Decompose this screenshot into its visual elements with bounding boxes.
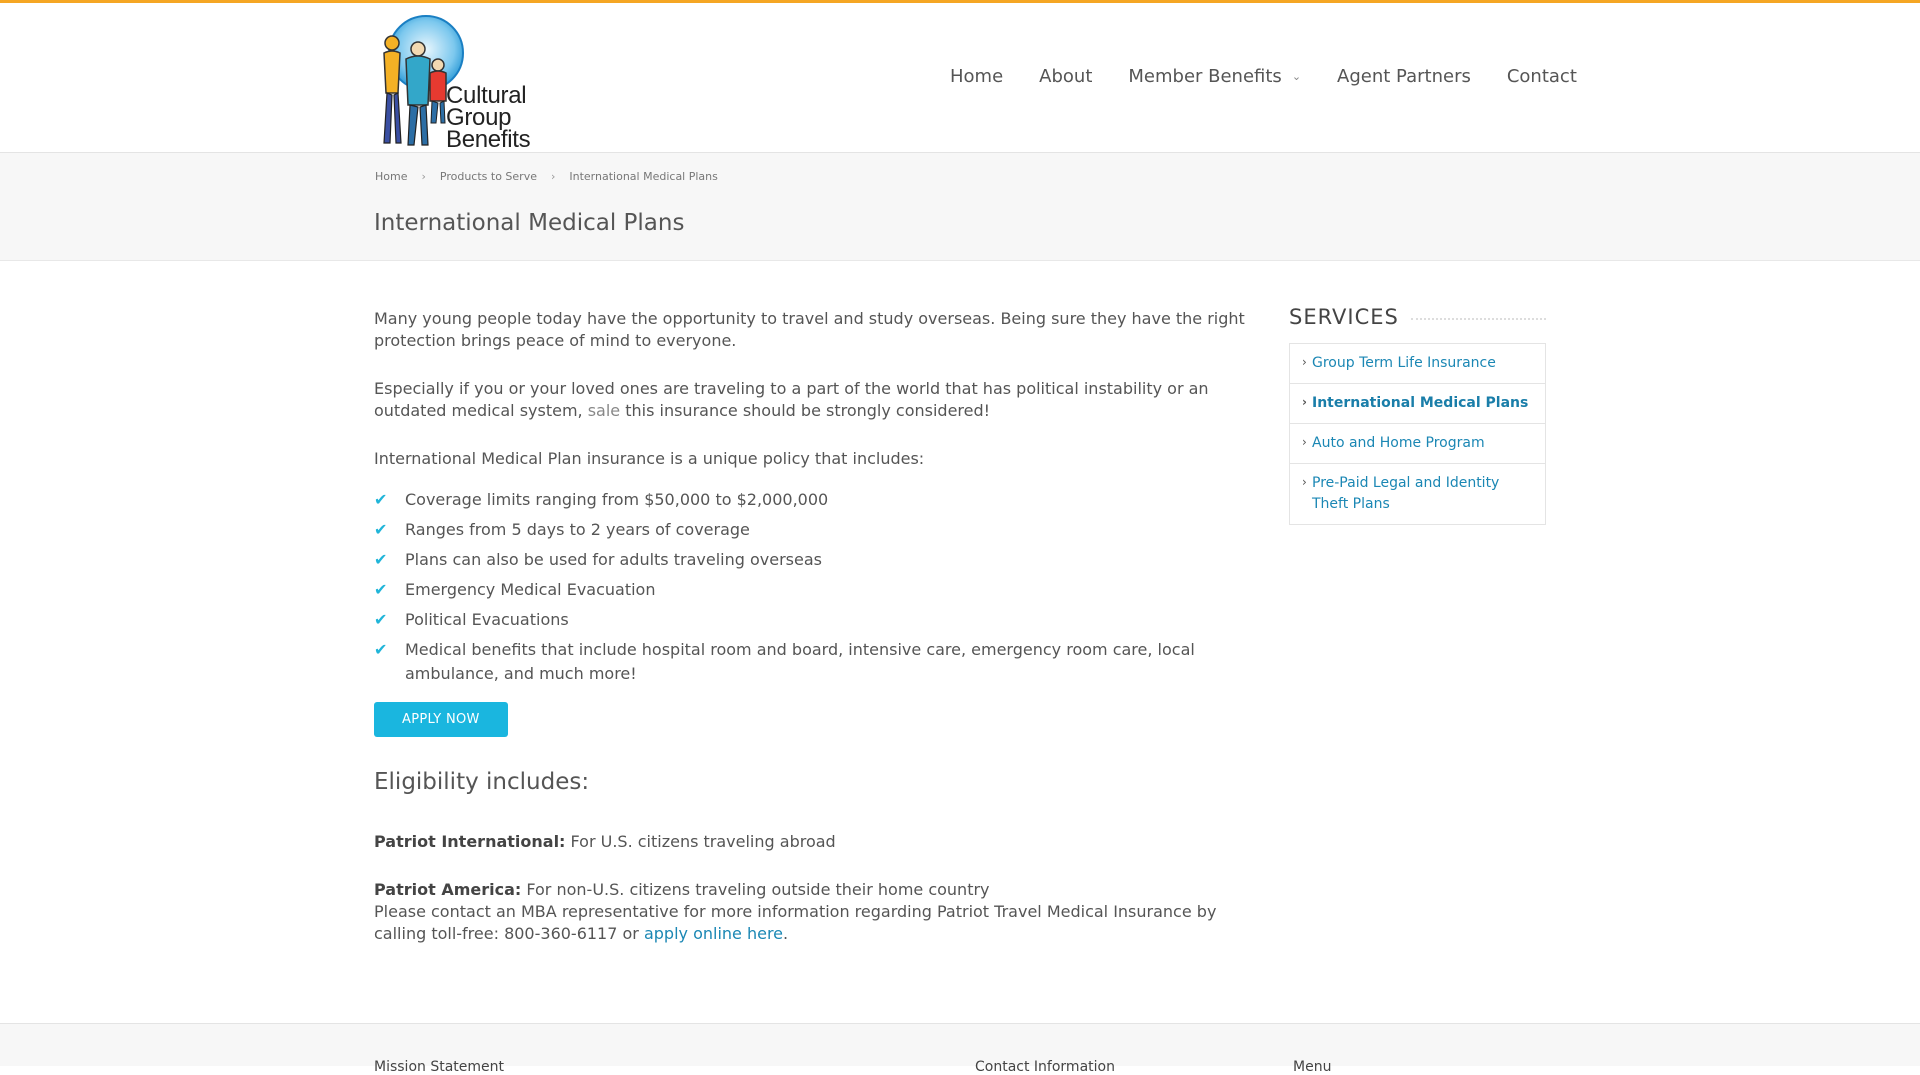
list-item: ✔ Medical benefits that include hospital … <box>374 638 1254 686</box>
list-item: ✔ Plans can also be used for adults trave… <box>374 548 1254 572</box>
feature-text: Ranges from 5 days to 2 years of coverag… <box>405 520 750 539</box>
feature-text: Plans can also be used for adults travel… <box>405 550 822 569</box>
site-logo[interactable]: Cultural Group Benefits <box>374 13 594 152</box>
warning-text-muted: sale <box>587 401 621 420</box>
sidebar-item-label: Auto and Home Program <box>1312 435 1485 451</box>
feature-text: Political Evacuations <box>405 610 569 629</box>
chevron-right-icon: › <box>1302 435 1307 449</box>
nav-home-label: Home <box>950 66 1004 87</box>
sidebar-item-auto-home[interactable]: › Auto and Home Program <box>1290 424 1545 464</box>
patriot-international-text: For U.S. citizens traveling abroad <box>565 832 836 851</box>
chevron-right-icon: › <box>1302 475 1307 489</box>
check-icon: ✔ <box>374 550 388 569</box>
nav-contact-label: Contact <box>1506 66 1577 87</box>
nav-member-benefits[interactable]: Member Benefits ⌄ <box>1128 66 1301 87</box>
eligibility-heading: Eligibility includes: <box>374 769 590 795</box>
nav-member-benefits-label: Member Benefits <box>1128 66 1282 87</box>
warning-paragraph: Especially if you or your loved ones are… <box>374 378 1254 422</box>
feature-list: ✔ Coverage limits ranging from $50,000 to… <box>374 488 1254 686</box>
warning-text-end: this insurance should be strongly consid… <box>620 401 991 420</box>
sidebar-item-label: Group Term Life Insurance <box>1312 355 1496 371</box>
breadcrumb-home[interactable]: Home <box>375 170 407 183</box>
page-title-bar: Home › Products to Serve › International… <box>0 153 1920 261</box>
check-icon: ✔ <box>374 640 388 659</box>
footer-menu-heading: Menu <box>1293 1059 1332 1075</box>
patriot-america-paragraph: Patriot America: For non-U.S. citizens t… <box>374 879 1254 901</box>
contact-paragraph: Please contact an MBA representative for… <box>374 901 1254 945</box>
check-icon: ✔ <box>374 580 388 599</box>
breadcrumb-products[interactable]: Products to Serve <box>440 170 537 183</box>
breadcrumb: Home › Products to Serve › International… <box>375 170 718 183</box>
footer-contact-heading: Contact Information <box>975 1059 1115 1075</box>
intro-paragraph: Many young people today have the opportu… <box>374 309 1245 350</box>
check-icon: ✔ <box>374 490 388 509</box>
main-content: Many young people today have the opportu… <box>374 308 1254 945</box>
nav-agent-partners-label: Agent Partners <box>1337 66 1471 87</box>
list-item: ✔ Coverage limits ranging from $50,000 to… <box>374 488 1254 512</box>
sidebar-title: SERVICES <box>1289 305 1399 329</box>
nav-home[interactable]: Home <box>950 66 1003 87</box>
chevron-down-icon: ⌄ <box>1291 70 1302 83</box>
contact-end: . <box>783 924 789 943</box>
site-header: Cultural Group Benefits Home About Membe… <box>0 3 1920 153</box>
page-title: International Medical Plans <box>374 210 685 236</box>
patriot-international-paragraph: Patriot International: For U.S. citizens… <box>374 831 1254 853</box>
apply-online-link[interactable]: apply online here <box>644 924 783 943</box>
services-sidebar: SERVICES › Group Term Life Insurance › Int… <box>1289 305 1546 525</box>
sidebar-item-label: International Medical Plans <box>1312 395 1529 411</box>
sidebar-item-prepaid-legal[interactable]: › Pre-Paid Legal and Identity Theft Plans <box>1290 464 1545 524</box>
feature-text: Medical benefits that include hospital r… <box>405 640 1195 683</box>
apply-now-button[interactable]: APPLY NOW <box>374 702 508 737</box>
list-item: ✔ Political Evacuations <box>374 608 1254 632</box>
footer-mission-heading: Mission Statement <box>374 1059 505 1075</box>
chevron-right-icon: › <box>1302 395 1307 409</box>
breadcrumb-separator-icon: › <box>550 170 556 183</box>
patriot-america-label: Patriot America: <box>374 880 522 899</box>
policy-intro: International Medical Plan insurance is … <box>374 449 925 468</box>
services-list: › Group Term Life Insurance › Internationa… <box>1289 343 1546 525</box>
logo-line-2: Benefits <box>446 126 531 153</box>
sidebar-title-divider <box>1410 318 1546 322</box>
nav-about[interactable]: About <box>1039 66 1092 87</box>
patriot-international-label: Patriot International: <box>374 832 566 851</box>
logo-line-1: Cultural Group <box>446 82 527 131</box>
sidebar-item-group-term-life[interactable]: › Group Term Life Insurance <box>1290 344 1545 384</box>
nav-agent-partners[interactable]: Agent Partners <box>1337 66 1471 87</box>
breadcrumb-current: International Medical Plans <box>569 170 718 183</box>
breadcrumb-separator-icon: › <box>421 170 426 183</box>
feature-text: Coverage limits ranging from $50,000 to … <box>405 490 829 509</box>
logo-wordmark: Cultural Group Benefits <box>446 82 594 153</box>
feature-text: Emergency Medical Evacuation <box>405 580 656 599</box>
list-item: ✔ Ranges from 5 days to 2 years of covera… <box>374 518 1254 542</box>
chevron-right-icon: › <box>1302 355 1307 369</box>
list-item: ✔ Emergency Medical Evacuation <box>374 578 1254 602</box>
check-icon: ✔ <box>374 610 388 629</box>
nav-contact[interactable]: Contact <box>1507 66 1577 87</box>
patriot-america-text: For non-U.S. citizens traveling outside … <box>521 880 990 899</box>
nav-about-label: About <box>1039 66 1093 87</box>
contact-text: Please contact an MBA representative for… <box>374 902 1217 943</box>
sidebar-item-international-medical[interactable]: › International Medical Plans <box>1290 384 1545 424</box>
sidebar-item-label: Pre-Paid Legal and Identity Theft Plans <box>1312 475 1500 512</box>
sidebar-heading: SERVICES <box>1289 305 1546 329</box>
check-icon: ✔ <box>374 520 388 539</box>
site-footer: Mission Statement Contact Information Me… <box>0 1023 1920 1075</box>
main-nav: Home About Member Benefits ⌄ Agent Partne… <box>950 66 1577 87</box>
